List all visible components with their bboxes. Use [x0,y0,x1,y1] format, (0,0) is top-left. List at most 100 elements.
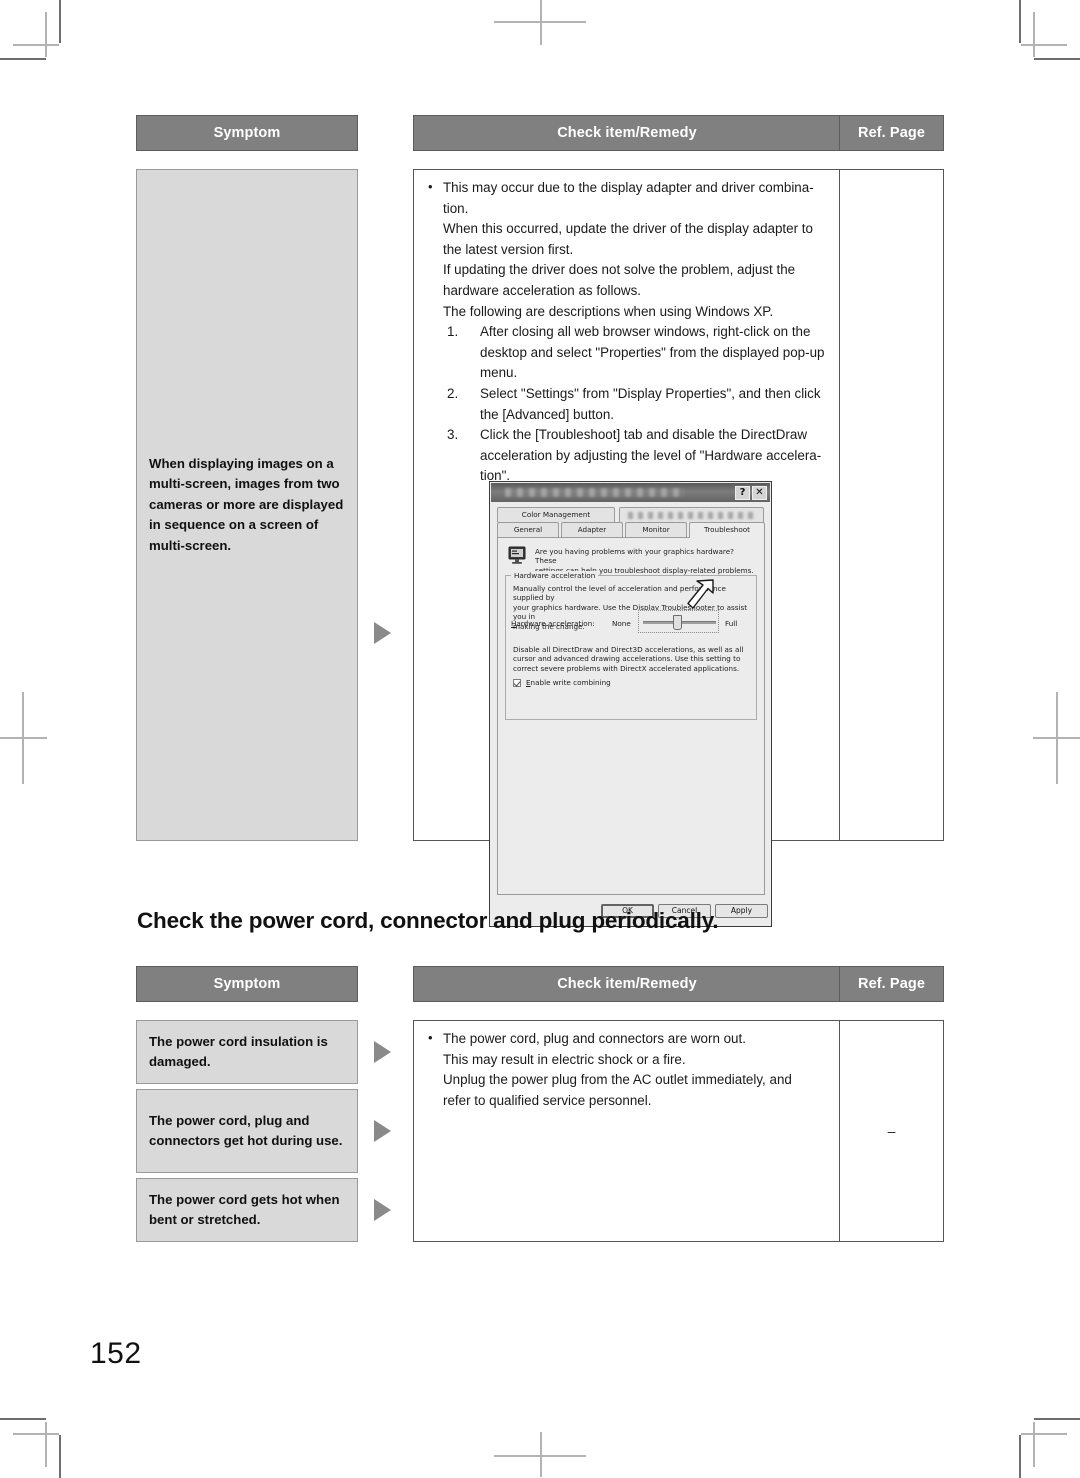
table2-header-symptom: Symptom [136,966,358,1002]
remedy-step-3: 3. Click the [Troubleshoot] tab and disa… [425,425,830,446]
slider-max-label: Full [725,619,738,628]
table2-symptom-cell-2: The power cord, plug and connectors get … [136,1089,358,1173]
arrow-right-icon [374,1199,391,1221]
tab-general[interactable]: General [497,522,559,537]
remedy-line: This may result in electric shock or a f… [443,1051,686,1067]
crop-mark-bottom-left-horizontal [0,1418,46,1420]
crop-mark-top-left-inner-horizontal [13,44,59,46]
crop-mark-top-right-inner-vertical [1033,12,1035,57]
dialog-tab-row-upper: Color Management [491,507,770,522]
troubleshooting-table-1: Symptom Check item/Remedy Ref. Page When… [136,115,944,927]
remedy-line: The following are descriptions when usin… [443,303,774,319]
dialog-title-bar: ? ✕ [491,483,770,502]
hardware-acceleration-group-label: Hardware acceleration [511,571,599,580]
table2-symptom-cell-1: The power cord insulation is damaged. [136,1020,358,1084]
crop-mark-top-center-horizontal [494,21,586,23]
step-line: Select "Settings" from "Display Properti… [480,385,821,401]
crop-mark-left-middle-horizontal [0,737,47,739]
table2-header-row: Symptom Check item/Remedy Ref. Page [136,966,944,1002]
crop-mark-bottom-center-horizontal [494,1455,586,1457]
page-number: 152 [90,1337,142,1370]
crop-mark-bottom-left-inner-vertical [45,1422,47,1467]
dialog-title-text-blurred [505,488,685,497]
close-icon[interactable]: ✕ [752,486,767,500]
table1-header-check-item: Check item/Remedy [413,115,840,151]
checkbox-label-rest: nable write combining [530,678,611,687]
remedy-step-1: 1. After closing all web browser windows… [425,322,830,343]
enable-write-combining-label: Enable write combining [526,678,611,687]
directdraw-description: Disable all DirectDraw and Direct3D acce… [513,645,751,673]
step-line: menu. [480,365,518,381]
step-number: 2. [447,385,459,401]
table2-header-ref-page: Ref. Page [839,966,944,1002]
manual-page: Symptom Check item/Remedy Ref. Page When… [0,0,1080,1478]
tab-color-management[interactable]: Color Management [497,507,615,522]
crop-mark-top-left-inner-vertical [45,12,47,57]
tab-blurred[interactable] [619,507,764,522]
crop-mark-bottom-right-inner-horizontal [1021,1433,1067,1435]
crop-mark-top-right-horizontal [1034,58,1080,60]
table1-remedy-text: This may occur due to the display adapte… [425,177,830,487]
apply-button[interactable]: Apply [715,904,768,918]
crop-mark-bottom-left-vertical [59,1435,61,1478]
crop-mark-bottom-right-vertical [1019,1435,1021,1478]
help-button[interactable]: ? [735,486,750,500]
remedy-bullet-line: The power cord, plug and connectors are … [425,1028,830,1050]
crop-mark-top-left-horizontal [0,58,46,60]
arrow-right-icon [374,622,391,644]
tab-adapter[interactable]: Adapter [561,522,623,537]
remedy-step-2: 2. Select "Settings" from "Display Prope… [425,384,830,405]
step-line: the [Advanced] button. [480,406,615,422]
table1-ref-cell [839,169,944,841]
section-heading: Check the power cord, connector and plug… [137,908,719,933]
troubleshooting-table-2: Symptom Check item/Remedy Ref. Page The … [136,966,944,1266]
remedy-bullet-line: This may occur due to the display adapte… [425,177,830,199]
windows-xp-display-properties-dialog: ? ✕ Color Management General Adapter Mon… [489,481,772,927]
remedy-line: If updating the driver does not solve th… [443,262,796,278]
step-number: 3. [447,427,459,443]
step-line: After closing all web browser windows, r… [480,324,811,340]
hardware-acceleration-slider-label: Hardware acceleration: [511,619,595,628]
remedy-line: the latest version first. [443,241,574,257]
tab-troubleshoot[interactable]: Troubleshoot [689,522,765,538]
table2-header-check-item: Check item/Remedy [413,966,840,1002]
table2-ref-value: – [887,1123,896,1139]
remedy-line: hardware acceleration as follows. [443,282,641,298]
slider-min-label: None [612,619,631,628]
table1-symptom-cell: When displaying images on a multi-screen… [136,169,358,841]
crop-mark-bottom-right-horizontal [1034,1418,1080,1420]
arrow-right-icon [374,1120,391,1142]
step-number: 1. [447,324,459,340]
crop-mark-bottom-right-inner-vertical [1033,1422,1035,1467]
table1-header-ref-page: Ref. Page [839,115,944,151]
step-line: Click the [Troubleshoot] tab and disable… [480,427,807,443]
tab-blurred-label [628,512,755,519]
crop-mark-top-right-vertical [1019,0,1021,43]
crop-mark-bottom-left-inner-horizontal [13,1433,59,1435]
slider-label-rest: ardware acceleration: [516,619,595,628]
table1-header-row: Symptom Check item/Remedy Ref. Page [136,115,944,151]
cursor-arrow-icon [687,579,714,609]
remedy-line: Unplug the power plug from the AC outlet… [443,1072,792,1088]
dialog-tab-row-lower: General Adapter Monitor Troubleshoot [491,522,770,538]
step-line: desktop and select "Properties" from the… [480,344,825,360]
table2-remedy-text: The power cord, plug and connectors are … [425,1028,830,1111]
intro-line: Are you having problems with your graphi… [535,547,734,566]
crop-mark-right-middle-horizontal [1033,737,1080,739]
monitor-icon [508,546,526,564]
crop-mark-top-right-inner-horizontal [1021,44,1067,46]
description-line: correct severe problems with DirectX acc… [513,663,740,673]
remedy-line: refer to qualified service personnel. [443,1092,652,1108]
remedy-line: When this occurred, update the driver of… [443,221,813,237]
crop-mark-top-left-vertical [59,0,61,43]
arrow-right-icon [374,1041,391,1063]
step-line: acceleration by adjusting the level of "… [480,447,822,463]
dialog-body: Color Management General Adapter Monitor… [491,502,770,925]
remedy-line: tion. [443,200,469,216]
table1-header-symptom: Symptom [136,115,358,151]
description-line: cursor and advanced drawing acceleration… [513,654,741,664]
tab-monitor[interactable]: Monitor [625,522,687,537]
table2-symptom-cell-3: The power cord gets hot when bent or str… [136,1178,358,1242]
enable-write-combining-checkbox[interactable] [513,679,521,687]
description-line: Disable all DirectDraw and Direct3D acce… [513,645,744,654]
